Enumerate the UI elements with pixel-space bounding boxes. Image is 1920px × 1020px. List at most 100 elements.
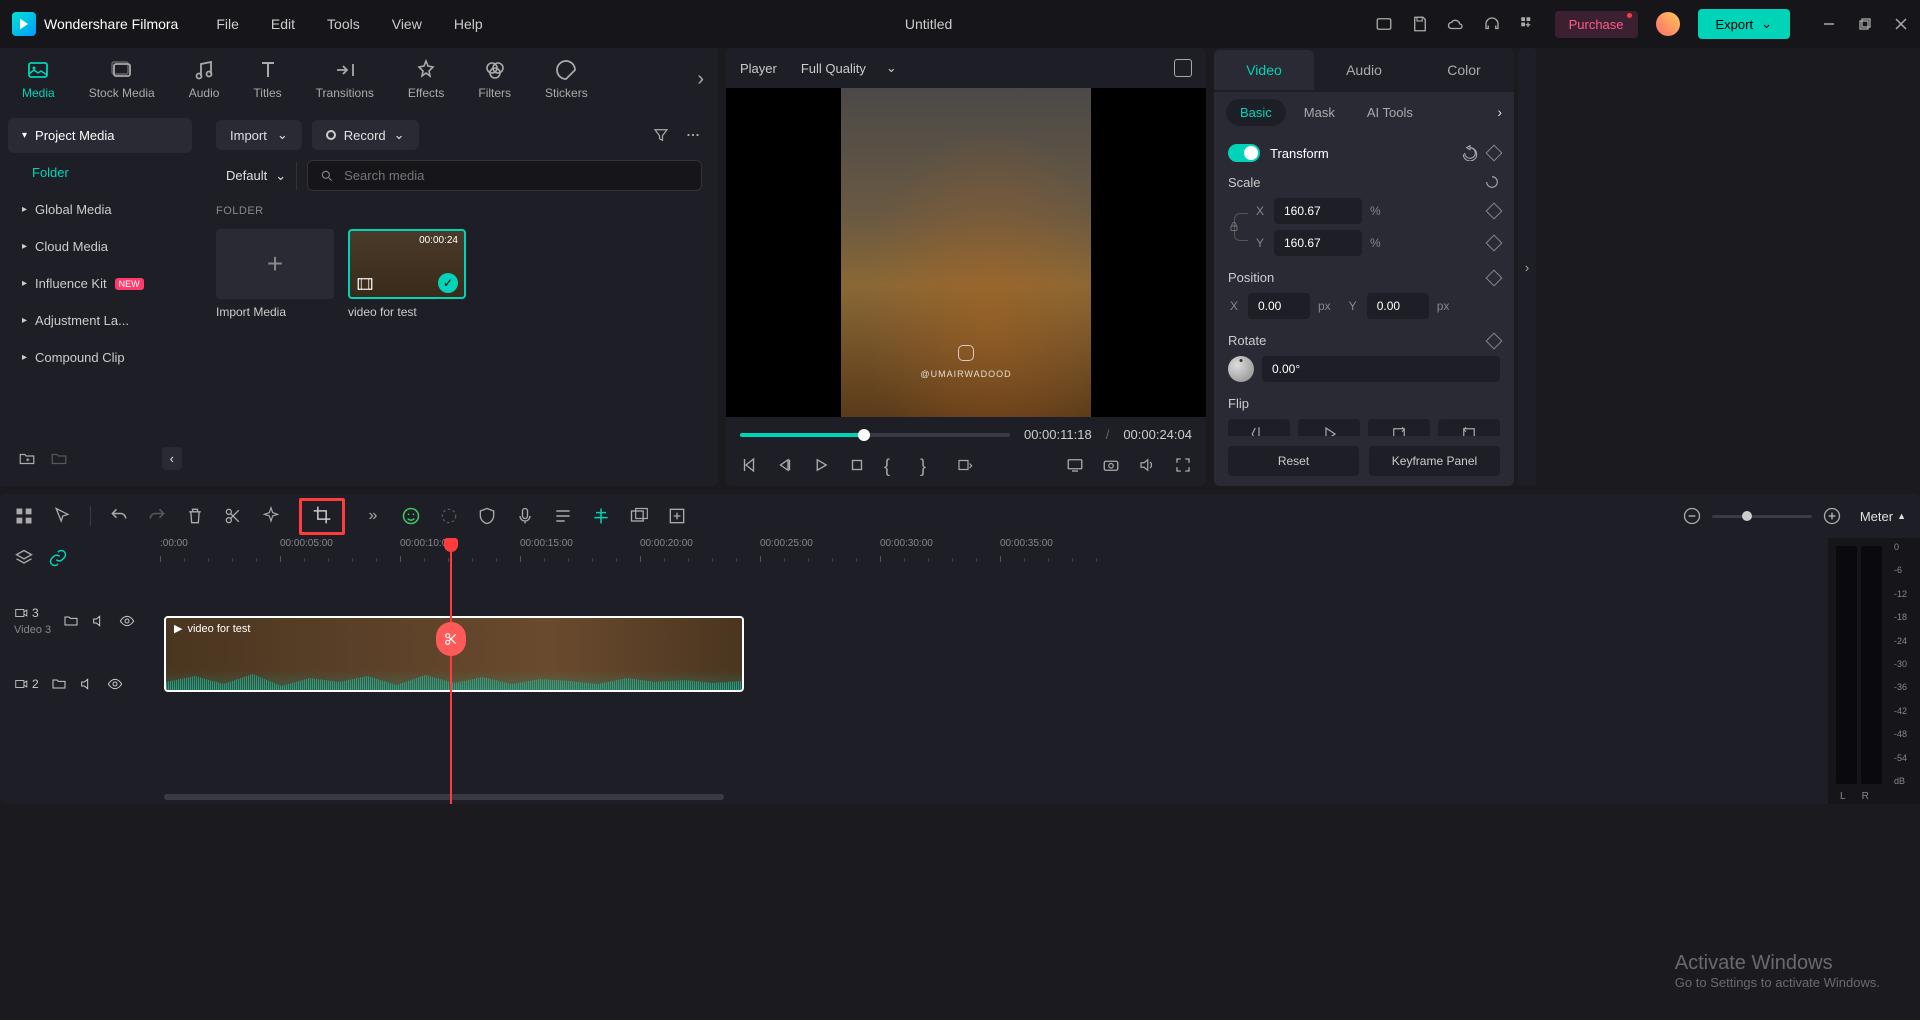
mark-in-button[interactable]: { xyxy=(884,456,902,474)
tab-media[interactable]: Media xyxy=(14,54,63,104)
import-media-tile[interactable]: + Import Media xyxy=(216,229,334,319)
add-marker-icon[interactable] xyxy=(667,506,687,526)
eye-icon[interactable] xyxy=(107,676,123,692)
export-button[interactable]: Export⌄ xyxy=(1698,9,1790,39)
apps-icon[interactable] xyxy=(1519,15,1537,33)
media-clip-tile[interactable]: 00:00:24 ✓ video for test xyxy=(348,229,466,319)
split-handle-icon[interactable] xyxy=(436,622,466,656)
minimize-button[interactable] xyxy=(1822,17,1836,31)
save-icon[interactable] xyxy=(1411,15,1429,33)
timeline-scrollbar[interactable] xyxy=(164,794,1820,802)
track-header-2[interactable]: 2 xyxy=(0,664,160,704)
flip-vertical-button[interactable] xyxy=(1298,419,1360,436)
play-button[interactable] xyxy=(812,456,830,474)
snapshot-icon[interactable] xyxy=(1174,59,1192,77)
keyframe-panel-button[interactable]: Keyframe Panel xyxy=(1369,446,1500,476)
preview-video[interactable]: @UMAIRWADOOD xyxy=(726,88,1206,417)
scale-y-input[interactable] xyxy=(1274,230,1362,256)
subtab-ai-tools[interactable]: AI Tools xyxy=(1353,99,1427,126)
record-dropdown[interactable]: Record⌄ xyxy=(312,120,419,150)
display-icon[interactable] xyxy=(1066,456,1084,474)
headset-icon[interactable] xyxy=(1483,15,1501,33)
sort-dropdown[interactable]: Default⌄ xyxy=(216,162,297,190)
rotate-input[interactable] xyxy=(1262,356,1500,382)
link-icon[interactable] xyxy=(48,548,68,568)
circle-dashed-icon[interactable] xyxy=(439,506,459,526)
tab-stickers[interactable]: Stickers xyxy=(537,54,596,104)
tabs-next-arrow[interactable]: › xyxy=(697,68,704,91)
inspector-tab-audio[interactable]: Audio xyxy=(1314,50,1414,90)
quality-dropdown[interactable]: Full Quality⌄ xyxy=(791,56,907,80)
sidebar-folder[interactable]: Folder xyxy=(8,155,192,190)
playhead[interactable] xyxy=(450,538,452,804)
menu-edit[interactable]: Edit xyxy=(271,16,295,32)
keyframe-icon[interactable] xyxy=(1486,332,1503,349)
stop-button[interactable] xyxy=(848,456,866,474)
tab-stock-media[interactable]: Stock Media xyxy=(81,54,163,104)
timeline-ruler[interactable]: :00:0000:00:05:0000:00:10:0000:00:15:000… xyxy=(160,538,1920,566)
lock-icon[interactable] xyxy=(1228,221,1240,233)
rotate-dial[interactable] xyxy=(1228,356,1254,382)
list-icon[interactable] xyxy=(553,506,573,526)
rotate-cw-button[interactable] xyxy=(1368,419,1430,436)
undo-icon[interactable] xyxy=(109,506,129,526)
mute-icon[interactable] xyxy=(79,676,95,692)
pointer-icon[interactable] xyxy=(52,506,72,526)
sidebar-project-media[interactable]: ▾Project Media xyxy=(8,118,192,153)
pos-y-input[interactable] xyxy=(1367,293,1429,319)
crop-tool-highlighted[interactable] xyxy=(299,498,345,535)
new-folder-icon[interactable] xyxy=(18,450,36,468)
folder-icon[interactable] xyxy=(51,676,67,692)
keyframe-icon[interactable] xyxy=(1486,145,1503,162)
mic-icon[interactable] xyxy=(515,506,535,526)
keyframe-icon[interactable] xyxy=(1486,269,1503,286)
folder-icon[interactable] xyxy=(63,613,79,629)
pos-x-input[interactable] xyxy=(1248,293,1310,319)
scrollbar-thumb[interactable] xyxy=(164,794,724,800)
zoom-slider[interactable] xyxy=(1712,515,1812,518)
subtab-next-arrow[interactable]: › xyxy=(1497,104,1502,120)
inspector-tab-color[interactable]: Color xyxy=(1414,50,1514,90)
search-input[interactable] xyxy=(344,168,689,183)
mark-out-button[interactable]: } xyxy=(920,456,938,474)
progress-bar[interactable] xyxy=(740,433,1010,437)
rotate-ccw-button[interactable] xyxy=(1438,419,1500,436)
close-button[interactable] xyxy=(1894,17,1908,31)
sidebar-influence-kit[interactable]: ▸Influence KitNEW xyxy=(8,266,192,301)
filter-icon[interactable] xyxy=(652,126,670,144)
menu-view[interactable]: View xyxy=(392,16,422,32)
mute-icon[interactable] xyxy=(91,613,107,629)
eye-icon[interactable] xyxy=(119,613,135,629)
more-icon[interactable] xyxy=(684,126,702,144)
tab-transitions[interactable]: Transitions xyxy=(308,54,382,104)
timeline-tracks[interactable]: :00:0000:00:05:0000:00:10:0000:00:15:000… xyxy=(160,538,1920,804)
redo-icon[interactable] xyxy=(147,506,167,526)
reset-icon[interactable] xyxy=(1462,145,1478,161)
tab-effects[interactable]: Effects xyxy=(400,54,452,104)
inspector-tab-video[interactable]: Video xyxy=(1214,50,1314,90)
sidebar-cloud-media[interactable]: ▸Cloud Media xyxy=(8,229,192,264)
layers-icon[interactable] xyxy=(14,548,34,568)
step-back-button[interactable] xyxy=(776,456,794,474)
grid-icon[interactable] xyxy=(14,506,34,526)
sidebar-collapse[interactable]: ‹ xyxy=(162,447,182,470)
tab-audio[interactable]: Audio xyxy=(181,54,228,104)
scale-x-input[interactable] xyxy=(1274,198,1362,224)
sidebar-global-media[interactable]: ▸Global Media xyxy=(8,192,192,227)
inspector-collapse-arrow[interactable]: › xyxy=(1518,48,1536,486)
reset-button[interactable]: Reset xyxy=(1228,446,1359,476)
sidebar-adjustment-layer[interactable]: ▸Adjustment La... xyxy=(8,303,192,338)
zoom-in-icon[interactable] xyxy=(1822,506,1842,526)
shield-icon[interactable] xyxy=(477,506,497,526)
menu-tools[interactable]: Tools xyxy=(327,16,360,32)
transform-toggle[interactable] xyxy=(1228,144,1260,162)
prev-frame-button[interactable] xyxy=(740,456,758,474)
purchase-button[interactable]: Purchase xyxy=(1555,11,1638,38)
more-tools-icon[interactable]: » xyxy=(363,506,383,526)
reset-icon[interactable] xyxy=(1484,174,1500,190)
tab-filters[interactable]: Filters xyxy=(470,54,519,104)
clip-options-button[interactable] xyxy=(956,456,974,474)
keyframe-icon[interactable] xyxy=(1486,203,1503,220)
volume-icon[interactable] xyxy=(1138,456,1156,474)
export-clip-icon[interactable] xyxy=(629,506,649,526)
